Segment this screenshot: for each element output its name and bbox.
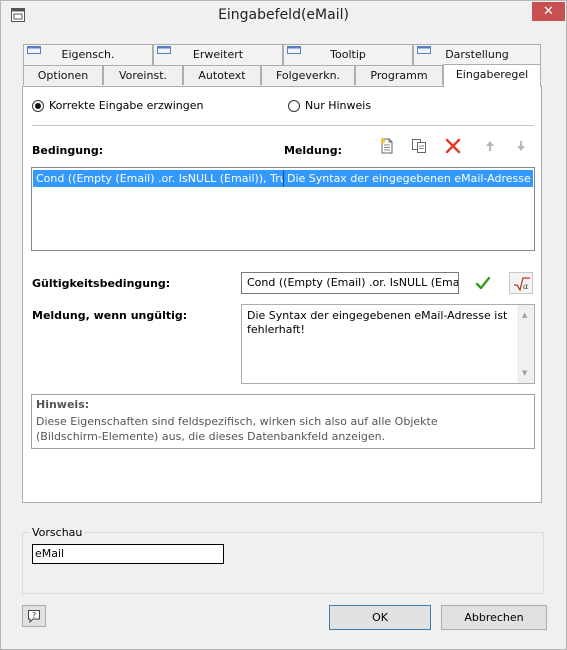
close-icon: ✕ — [543, 4, 554, 19]
tab-tooltip[interactable]: Tooltip — [283, 44, 413, 65]
tab-label: Autotext — [198, 69, 246, 82]
check-icon[interactable] — [475, 275, 491, 291]
radio-korrekte-eingabe-label[interactable]: Korrekte Eingabe erzwingen — [49, 99, 203, 112]
new-icon[interactable] — [378, 137, 396, 155]
arrow-up-icon[interactable] — [481, 137, 499, 155]
tab-folgeverkn[interactable]: Folgeverkn. — [261, 65, 355, 85]
help-button[interactable]: ? — [22, 605, 46, 627]
scroll-down-icon[interactable]: ▼ — [522, 366, 527, 380]
tab-page-icon — [27, 46, 41, 54]
svg-text:α: α — [523, 282, 529, 291]
preview-label: Vorschau — [30, 526, 85, 539]
svg-text:?: ? — [32, 611, 36, 620]
formula-icon: α — [514, 277, 530, 292]
separator — [32, 125, 534, 126]
tab-label: Erweitert — [192, 48, 244, 61]
rule-condition: Cond ((Empty (Email) .or. IsNULL (Email)… — [36, 172, 284, 185]
delete-icon[interactable] — [444, 137, 462, 155]
tab-label: Eigensch. — [61, 48, 115, 61]
scroll-up-icon[interactable]: ▲ — [522, 308, 527, 322]
tab-page-icon — [417, 46, 431, 54]
validity-label: Gültigkeitsbedingung: — [32, 277, 171, 290]
hint-text: Diese Eigenschaften sind feldspezifisch,… — [36, 415, 438, 443]
tab-darstellung[interactable]: Darstellung — [413, 44, 541, 65]
tab-panel: Korrekte Eingabe erzwingen Nur Hinweis B… — [22, 86, 542, 503]
tab-label: Eingaberegel — [455, 68, 529, 81]
column-divider — [283, 170, 284, 187]
scrollbar[interactable]: ▲ ▼ — [517, 305, 534, 383]
hint-title: Hinweis: — [36, 398, 90, 411]
tab-page-icon — [157, 46, 171, 54]
invalid-message-textarea[interactable]: Die Syntax der eingegebenen eMail-Adress… — [241, 304, 535, 384]
radio-nur-hinweis[interactable] — [288, 100, 300, 112]
tab-label: Voreinst. — [118, 69, 168, 82]
tab-label: Optionen — [37, 69, 89, 82]
rule-message: Die Syntax der eingegebenen eMail-Adress… — [287, 172, 533, 185]
tab-autotext[interactable]: Autotext — [183, 65, 261, 85]
tab-label: Folgeverkn. — [275, 69, 341, 82]
tab-page-icon — [287, 46, 301, 54]
tab-label: Darstellung — [445, 48, 509, 61]
preview-field[interactable]: eMail — [32, 544, 224, 564]
list-item[interactable]: Cond ((Empty (Email) .or. IsNULL (Email)… — [33, 170, 533, 187]
rules-list[interactable]: Cond ((Empty (Email) .or. IsNULL (Email)… — [31, 167, 535, 251]
radio-nur-hinweis-label[interactable]: Nur Hinweis — [305, 99, 371, 112]
tab-erweitert[interactable]: Erweitert — [153, 44, 283, 65]
hint-box: Hinweis: Diese Eigenschaften sind feldsp… — [31, 394, 535, 449]
ok-button[interactable]: OK — [329, 605, 431, 630]
invalid-message-text: Die Syntax der eingegebenen eMail-Adress… — [247, 309, 508, 336]
tab-optionen[interactable]: Optionen — [23, 65, 103, 85]
window-title: Eingabefeld(eMail) — [218, 7, 349, 23]
tab-label: Tooltip — [330, 48, 366, 61]
validity-input[interactable]: Cond ((Empty (Email) .or. IsNULL (Emai — [241, 272, 459, 294]
title-bar[interactable]: Eingabefeld(eMail) ✕ — [1, 1, 566, 30]
tab-eingaberegel[interactable]: Eingaberegel — [443, 64, 541, 87]
radio-korrekte-eingabe[interactable] — [32, 100, 44, 112]
tab-programm[interactable]: Programm — [355, 65, 443, 85]
message-header: Meldung: — [284, 144, 342, 157]
cancel-button[interactable]: Abbrechen — [441, 605, 547, 630]
condition-header: Bedingung: — [32, 144, 104, 157]
invalid-message-label: Meldung, wenn ungültig: — [32, 309, 188, 322]
tab-voreinst[interactable]: Voreinst. — [103, 65, 183, 85]
tab-eigenschaften[interactable]: Eigensch. — [23, 44, 153, 65]
tab-label: Programm — [370, 69, 428, 82]
formula-button[interactable]: α — [509, 272, 533, 294]
arrow-down-icon[interactable] — [512, 137, 530, 155]
copy-icon[interactable] — [410, 137, 428, 155]
close-button[interactable]: ✕ — [532, 2, 565, 21]
help-icon: ? — [28, 610, 40, 623]
app-icon — [11, 8, 25, 22]
